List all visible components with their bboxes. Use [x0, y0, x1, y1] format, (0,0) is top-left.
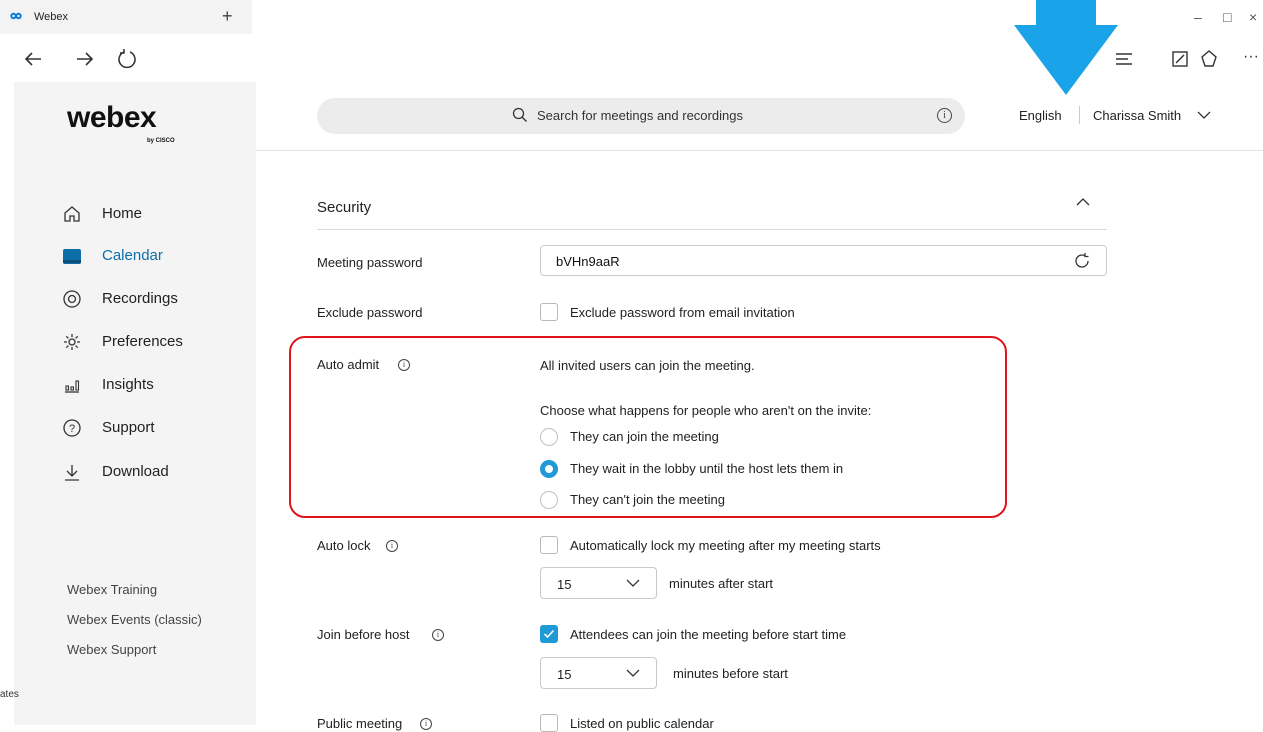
public-meeting-checkbox[interactable]	[540, 714, 558, 732]
meeting-password-field[interactable]: bVHn9aaR	[540, 245, 1107, 276]
select-value: 15	[557, 667, 572, 682]
checkmark-icon	[543, 629, 555, 639]
join-before-host-text: Attendees can join the meeting before st…	[570, 627, 847, 642]
webex-support-link[interactable]: Webex Support	[67, 642, 156, 657]
cisco-logo-sub: by CISCO	[147, 138, 175, 144]
download-icon	[65, 465, 79, 481]
public-meeting-label: Public meeting	[317, 716, 403, 731]
more-icon[interactable]: ···	[1243, 48, 1259, 66]
join-before-host-label: Join before host	[317, 627, 410, 642]
home-icon	[64, 206, 80, 222]
blue-arrow-annotation-icon	[1014, 0, 1118, 95]
refresh-password-icon[interactable]	[1073, 252, 1091, 270]
join-before-host-suffix: minutes before start	[673, 666, 788, 681]
header-divider-line	[256, 150, 1263, 151]
sidebar-item-insights[interactable]: Insights	[62, 373, 242, 399]
sidebar-item-label: Recordings	[102, 290, 178, 307]
join-before-host-minutes-select[interactable]: 15	[540, 657, 657, 689]
sidebar-item-label: Home	[102, 205, 143, 222]
back-icon[interactable]	[22, 48, 44, 70]
exclude-password-label: Exclude password	[317, 305, 423, 320]
sidebar-item-home[interactable]: Home	[62, 202, 242, 228]
sidebar-item-label: Insights	[102, 376, 154, 393]
meeting-password-value: bVHn9aaR	[556, 254, 620, 269]
sidebar-item-label: Calendar	[102, 247, 163, 264]
refresh-icon[interactable]	[116, 48, 138, 70]
sidebar-item-label: Download	[102, 463, 169, 480]
forward-icon[interactable]	[74, 48, 96, 70]
webex-events-link[interactable]: Webex Events (classic)	[67, 612, 202, 627]
webex-favicon-icon	[10, 12, 22, 20]
info-icon[interactable]: i	[420, 718, 432, 730]
join-before-host-checkbox[interactable]	[540, 625, 558, 643]
recordings-icon	[63, 290, 81, 308]
minimize-button[interactable]: –	[1194, 9, 1202, 25]
edge-text: ates	[0, 689, 19, 700]
search-info-icon[interactable]: i	[937, 108, 952, 123]
search-bar[interactable]: Search for meetings and recordings i	[317, 98, 965, 134]
exclude-password-text: Exclude password from email invitation	[570, 305, 795, 320]
public-meeting-text: Listed on public calendar	[570, 716, 714, 731]
sidebar-item-preferences[interactable]: Preferences	[62, 330, 242, 356]
auto-lock-text: Automatically lock my meeting after my m…	[570, 538, 881, 553]
webex-logo: webex	[67, 101, 157, 134]
gear-icon	[64, 334, 80, 350]
section-title: Security	[317, 199, 372, 216]
info-icon[interactable]: i	[386, 540, 398, 552]
maximize-button[interactable]: □	[1223, 9, 1231, 25]
auto-lock-minutes-select[interactable]: 15	[540, 567, 657, 599]
red-highlight-annotation	[289, 336, 1007, 518]
new-tab-button[interactable]: +	[222, 6, 233, 27]
sidebar-item-label: Support	[102, 419, 155, 436]
info-icon[interactable]: i	[432, 629, 444, 641]
calendar-icon	[63, 249, 81, 264]
page-left-edge	[0, 82, 14, 725]
chevron-down-icon[interactable]	[1197, 110, 1211, 120]
sidebar-item-calendar[interactable]: Calendar	[62, 244, 242, 270]
search-icon	[512, 107, 527, 122]
sidebar-item-support[interactable]: ? Support	[62, 416, 242, 442]
search-input[interactable]: Search for meetings and recordings	[537, 108, 743, 123]
user-menu[interactable]: Charissa Smith	[1093, 108, 1181, 123]
auto-lock-label: Auto lock	[317, 538, 371, 553]
section-divider	[317, 229, 1107, 230]
share-icon[interactable]	[1198, 48, 1220, 70]
language-selector[interactable]: English	[1019, 108, 1062, 123]
help-icon: ?	[63, 419, 81, 437]
chevron-up-icon[interactable]	[1075, 194, 1091, 210]
chevron-down-icon	[626, 669, 640, 677]
sidebar-item-download[interactable]: Download	[62, 460, 242, 486]
select-value: 15	[557, 577, 572, 592]
close-window-button[interactable]: ×	[1249, 9, 1257, 25]
meeting-password-label: Meeting password	[317, 255, 423, 270]
tab-title: Webex	[34, 11, 69, 23]
svg-text:?: ?	[69, 423, 75, 435]
webex-training-link[interactable]: Webex Training	[67, 582, 157, 597]
auto-lock-suffix: minutes after start	[669, 576, 774, 591]
exclude-password-checkbox[interactable]	[540, 303, 558, 321]
insights-icon	[65, 380, 80, 393]
notes-icon[interactable]	[1170, 49, 1190, 69]
chevron-down-icon	[626, 579, 640, 587]
sidebar-item-recordings[interactable]: Recordings	[62, 287, 242, 313]
sidebar-item-label: Preferences	[102, 333, 183, 350]
auto-lock-checkbox[interactable]	[540, 536, 558, 554]
header-divider	[1079, 106, 1080, 124]
sidebar	[14, 82, 256, 725]
